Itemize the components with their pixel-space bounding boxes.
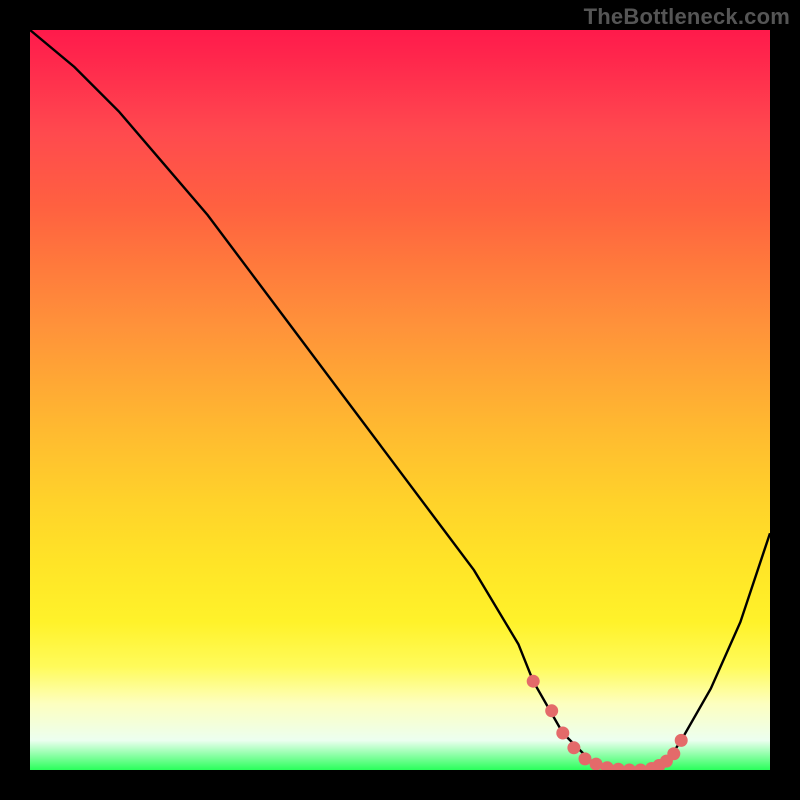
optimal-marker <box>601 761 614 770</box>
optimal-marker <box>675 734 688 747</box>
attribution-text: TheBottleneck.com <box>584 4 790 30</box>
optimal-range-markers <box>527 675 688 770</box>
bottleneck-curve <box>30 30 770 770</box>
optimal-marker <box>612 763 625 770</box>
optimal-marker <box>590 758 603 770</box>
optimal-marker <box>579 752 592 765</box>
optimal-marker <box>556 727 569 740</box>
chart-svg <box>30 30 770 770</box>
optimal-marker <box>527 675 540 688</box>
optimal-marker <box>634 764 647 771</box>
plot-area <box>30 30 770 770</box>
optimal-marker <box>545 704 558 717</box>
optimal-marker <box>623 764 636 771</box>
optimal-marker <box>567 741 580 754</box>
optimal-marker <box>667 747 680 760</box>
chart-frame: TheBottleneck.com <box>0 0 800 800</box>
